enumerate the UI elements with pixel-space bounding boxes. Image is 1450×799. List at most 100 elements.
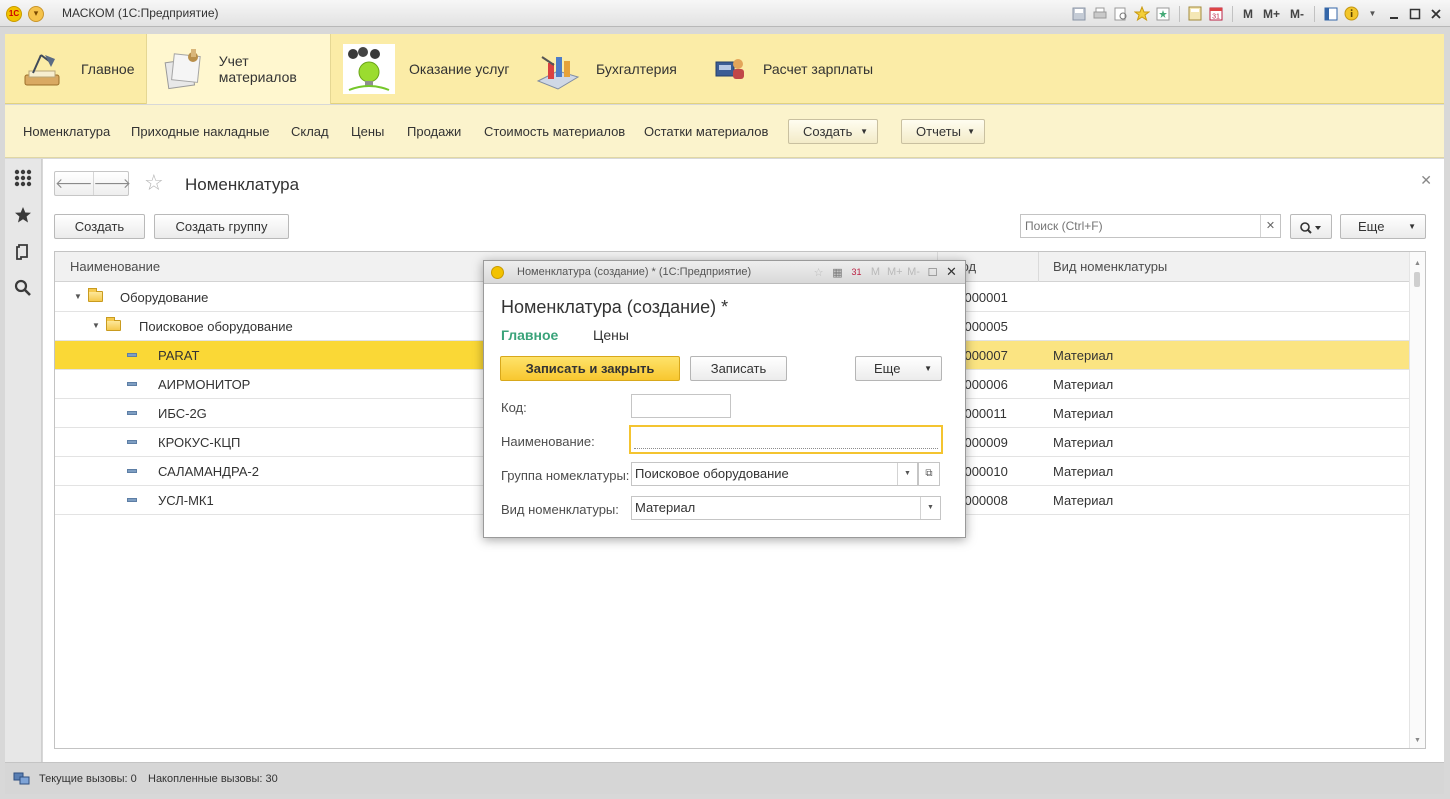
item-icon (127, 411, 137, 415)
main-menu-icon[interactable]: ▾ (28, 6, 44, 22)
dialog-titlebar[interactable]: Номенклатура (создание) * (1С:Предприяти… (484, 261, 965, 284)
save-and-close-button[interactable]: Записать и закрыть (500, 356, 680, 381)
network-calls-icon[interactable] (13, 772, 30, 786)
column-kind[interactable]: Вид номенклатуры (1053, 259, 1167, 274)
memory-m-minus-button[interactable]: M- (906, 266, 921, 278)
group-field[interactable]: Поисковое оборудование ▼ ⧉ (631, 462, 940, 486)
folder-icon (106, 317, 121, 331)
search-options-button[interactable] (1290, 214, 1332, 239)
column-name[interactable]: Наименование (70, 259, 160, 274)
more-button[interactable]: Еще ▼ (1340, 214, 1426, 239)
cmd-nomenclature[interactable]: Номенклатура (23, 124, 110, 139)
current-calls: Текущие вызовы: 0 (39, 773, 137, 785)
dropdown-arrow-icon[interactable]: ▼ (920, 497, 940, 519)
save-icon[interactable] (1071, 5, 1088, 22)
collapse-triangle-icon[interactable]: ▼ (74, 292, 82, 301)
svg-text:31: 31 (1213, 14, 1221, 21)
memory-m-plus-button[interactable]: M+ (1260, 5, 1283, 22)
calendar-icon[interactable]: 31 (1208, 5, 1225, 22)
favorites-star-icon[interactable] (13, 205, 33, 225)
close-window-icon[interactable] (1427, 5, 1444, 22)
maximize-icon[interactable]: ☐ (925, 266, 940, 279)
search-icon[interactable] (13, 278, 33, 298)
cmd-sales[interactable]: Продажи (407, 124, 461, 139)
close-form-icon[interactable]: ✕ (1420, 172, 1432, 189)
row-kind: Материал (1053, 435, 1114, 450)
scroll-down-icon[interactable]: ▼ (1414, 737, 1421, 744)
favorites-icon[interactable]: ☆ (811, 266, 826, 279)
page-title: Номенклатура (185, 175, 300, 194)
status-bar: Текущие вызовы: 0 Накопленные вызовы: 30 (5, 762, 1444, 794)
cmd-material-balance[interactable]: Остатки материалов (644, 124, 768, 139)
section-accounting[interactable]: Бухгалтерия (532, 34, 702, 104)
cmd-warehouse[interactable]: Склад (291, 124, 329, 139)
back-arrow-icon[interactable]: 🡐 (55, 172, 93, 195)
print-icon[interactable] (1092, 5, 1109, 22)
section-label: Расчет зарплаты (763, 61, 874, 77)
sections-panel: Главное Учет материалов Оказание услуг Б… (5, 34, 1444, 104)
favorites-icon[interactable] (1155, 5, 1172, 22)
desk-lamp-icon (17, 44, 69, 94)
table-scrollbar[interactable]: ▲ ▼ (1409, 252, 1425, 748)
history-icon[interactable] (13, 242, 33, 262)
name-field[interactable] (629, 425, 943, 454)
cmd-material-cost[interactable]: Стоимость материалов (484, 124, 625, 139)
calculator-icon[interactable]: ▦ (830, 266, 845, 279)
dropdown-arrow-icon[interactable]: ▼ (897, 463, 917, 485)
section-main[interactable]: Главное (17, 34, 147, 104)
row-name: Оборудование (120, 290, 209, 305)
forward-arrow-icon[interactable]: 🡒 (92, 172, 131, 195)
create-group-button[interactable]: Создать группу (154, 214, 289, 239)
maximize-icon[interactable] (1406, 5, 1423, 22)
tab-main[interactable]: Главное (501, 327, 558, 343)
memory-m-minus-button[interactable]: M- (1287, 5, 1307, 22)
open-item-icon[interactable]: ⧉ (918, 462, 940, 486)
section-salary[interactable]: Расчет зарплаты (705, 34, 885, 104)
favorite-star-icon[interactable]: ☆ (144, 171, 164, 195)
calculator-icon[interactable] (1187, 5, 1204, 22)
memory-m-button[interactable]: M (868, 266, 883, 278)
item-icon (127, 469, 137, 473)
info-dropdown-icon[interactable]: ▼ (1364, 5, 1381, 22)
create-button[interactable]: Создать (54, 214, 145, 239)
code-field[interactable] (631, 394, 731, 418)
kind-field[interactable]: Материал ▼ (631, 496, 941, 520)
collapse-triangle-icon[interactable]: ▼ (92, 321, 100, 330)
section-services[interactable]: Оказание услуг (343, 34, 523, 104)
dialog-more-button[interactable]: Еще ▼ (855, 356, 942, 381)
dropdown-arrow-icon: ▼ (1408, 222, 1416, 231)
section-materials[interactable]: Учет материалов (146, 34, 331, 104)
add-favorite-icon[interactable] (1134, 5, 1151, 22)
toolbar-separator (1178, 5, 1180, 22)
create-menu-button[interactable]: Создать ▼ (788, 119, 878, 144)
all-functions-icon[interactable] (13, 168, 33, 188)
row-kind: Материал (1053, 464, 1114, 479)
search-input[interactable] (1021, 215, 1257, 237)
info-icon[interactable] (1343, 5, 1360, 22)
row-kind: Материал (1053, 406, 1114, 421)
panel-layout-icon[interactable] (1322, 5, 1339, 22)
memory-m-plus-button[interactable]: M+ (887, 266, 903, 278)
window-title: МАСКОМ (1С:Предприятие) (62, 6, 219, 20)
name-label: Наименование: (501, 434, 595, 449)
reports-menu-button[interactable]: Отчеты ▼ (901, 119, 985, 144)
save-button[interactable]: Записать (690, 356, 787, 381)
materials-icon (157, 44, 209, 94)
1c-logo-icon[interactable]: 1C (6, 6, 22, 22)
cmd-prices[interactable]: Цены (351, 124, 384, 139)
preview-icon[interactable] (1113, 5, 1130, 22)
scroll-up-icon[interactable]: ▲ (1414, 260, 1421, 267)
close-dialog-icon[interactable]: ✕ (944, 264, 959, 280)
calendar-icon[interactable]: 31 (849, 267, 864, 277)
minimize-icon[interactable] (1385, 5, 1402, 22)
search-field[interactable]: ✕ (1020, 214, 1281, 238)
memory-m-button[interactable]: M (1240, 5, 1256, 22)
item-icon (127, 382, 137, 386)
row-name: PARAT (158, 348, 200, 363)
item-icon (127, 353, 137, 357)
toolbar-separator (1314, 5, 1315, 22)
scroll-thumb[interactable] (1414, 272, 1420, 287)
tab-prices[interactable]: Цены (593, 327, 629, 343)
cmd-incoming-invoices[interactable]: Приходные накладные (131, 124, 269, 139)
clear-search-icon[interactable]: ✕ (1260, 215, 1280, 237)
